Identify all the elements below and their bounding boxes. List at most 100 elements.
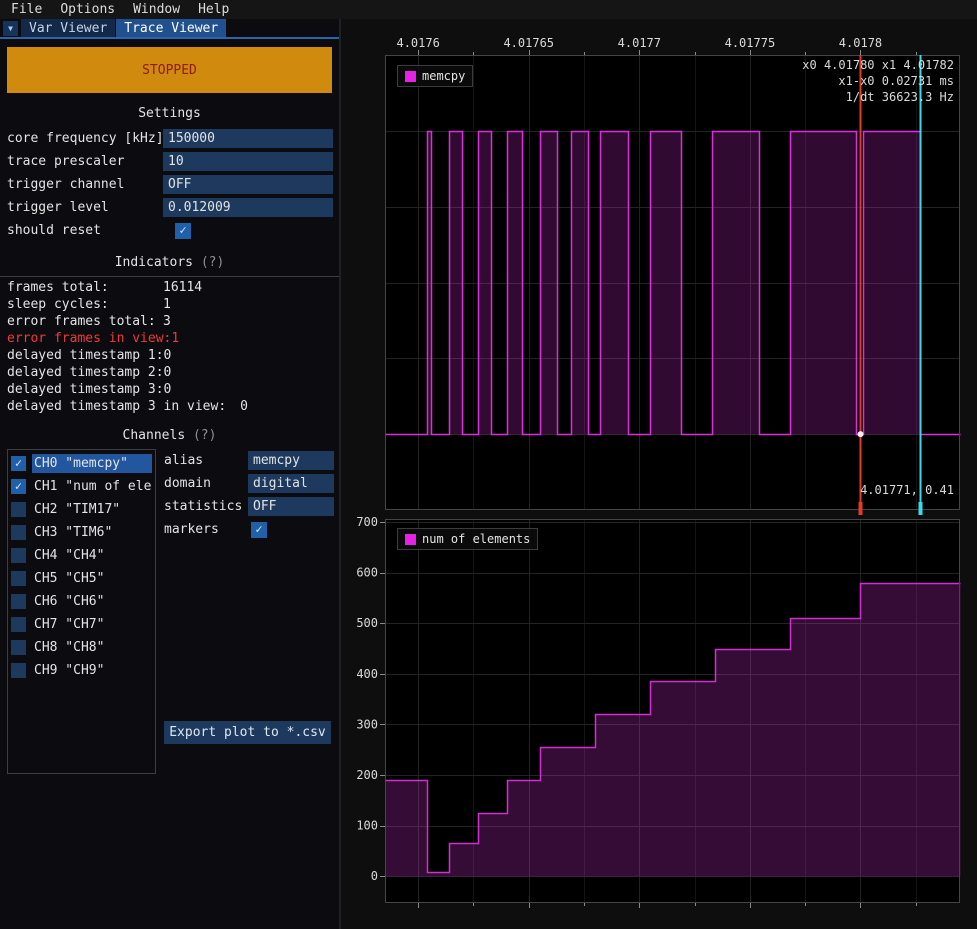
menu-options[interactable]: Options bbox=[51, 2, 124, 17]
channel-label[interactable]: CH9 "CH9" bbox=[32, 661, 152, 680]
collapse-icon[interactable]: ▼ bbox=[3, 21, 18, 36]
x-axis-tick-label: 4.01765 bbox=[503, 36, 554, 50]
channel-row-ch0[interactable]: ✓ CH0 "memcpy" bbox=[11, 452, 152, 475]
setting-label: trigger level bbox=[7, 200, 163, 215]
channel-checkbox[interactable] bbox=[11, 548, 26, 563]
indicator-row: error frames total: 3 bbox=[0, 313, 339, 330]
channel-checkbox[interactable] bbox=[11, 502, 26, 517]
channel-checkbox[interactable] bbox=[11, 571, 26, 586]
separator bbox=[0, 276, 339, 277]
channel-row-ch7[interactable]: CH7 "CH7" bbox=[11, 613, 152, 636]
indicator-value: 3 bbox=[163, 314, 171, 329]
cursor-position-readout: 4.01771, 0.41 bbox=[860, 483, 954, 497]
channel-row-ch4[interactable]: CH4 "CH4" bbox=[11, 544, 152, 567]
markers-checkbox[interactable]: ✓ bbox=[251, 522, 267, 538]
x-axis-tick-label: 4.01775 bbox=[725, 36, 776, 50]
channel-label[interactable]: CH7 "CH7" bbox=[32, 615, 152, 634]
channel-row-ch3[interactable]: CH3 "TIM6" bbox=[11, 521, 152, 544]
indicator-value: 1 bbox=[171, 331, 179, 346]
channels-header: Channels (?) bbox=[0, 428, 339, 444]
channel-label[interactable]: CH8 "CH8" bbox=[32, 638, 152, 657]
channel-label[interactable]: CH5 "CH5" bbox=[32, 569, 152, 588]
indicator-value: 1 bbox=[163, 297, 171, 312]
marker-point[interactable] bbox=[858, 431, 864, 437]
trace-prescaler-input[interactable] bbox=[163, 152, 333, 171]
trigger-level-input[interactable] bbox=[163, 198, 333, 217]
indicator-row: frames total: 16114 bbox=[0, 279, 339, 296]
indicators-header: Indicators (?) bbox=[0, 255, 339, 271]
channel-row-ch6[interactable]: CH6 "CH6" bbox=[11, 590, 152, 613]
x-axis-tick-label: 4.0177 bbox=[618, 36, 661, 50]
indicator-row-error: error frames in view: 1 bbox=[0, 330, 339, 347]
channel-checkbox[interactable] bbox=[11, 663, 26, 678]
menu-help[interactable]: Help bbox=[189, 2, 238, 17]
channel-checkbox[interactable] bbox=[11, 640, 26, 655]
y-axis-tick-label: 400 bbox=[356, 667, 378, 681]
channel-label[interactable]: CH3 "TIM6" bbox=[32, 523, 152, 542]
channel-row-ch5[interactable]: CH5 "CH5" bbox=[11, 567, 152, 590]
marker-frequency-readout: 1/dt 36623.3 Hz bbox=[846, 90, 954, 104]
channel-settings-form: alias domain statistics markers ✓ Export… bbox=[164, 449, 334, 774]
main-content: ▼ Var Viewer Trace Viewer STOPPED Settin… bbox=[0, 19, 977, 929]
channel-label[interactable]: CH0 "memcpy" bbox=[32, 454, 152, 473]
indicators-table: frames total: 16114 sleep cycles: 1 erro… bbox=[0, 279, 339, 415]
channel-row-ch1[interactable]: ✓ CH1 "num of elem bbox=[11, 475, 152, 498]
setting-label: core frequency [kHz] bbox=[7, 131, 163, 146]
statistics-row: statistics bbox=[164, 495, 334, 518]
plot-window: 4.01764.017654.01774.017754.0178x0 4.017… bbox=[341, 19, 977, 929]
tab-trace-viewer[interactable]: Trace Viewer bbox=[116, 19, 226, 37]
menu-file[interactable]: File bbox=[2, 2, 51, 17]
channel-checkbox[interactable] bbox=[11, 617, 26, 632]
marker-x0-handle[interactable] bbox=[859, 502, 863, 515]
should-reset-checkbox[interactable]: ✓ bbox=[175, 223, 191, 239]
num-of-elements-legend[interactable]: num of elements bbox=[397, 528, 538, 550]
y-axis-tick-label: 600 bbox=[356, 566, 378, 580]
stopped-button[interactable]: STOPPED bbox=[7, 47, 332, 93]
series-color-swatch[interactable] bbox=[405, 534, 416, 545]
menu-window[interactable]: Window bbox=[124, 2, 189, 17]
indicator-row: delayed timestamp 3: 0 bbox=[0, 381, 339, 398]
num-of-elements-plot[interactable]: 0100200300400500600700 bbox=[341, 515, 975, 929]
alias-input[interactable] bbox=[248, 451, 334, 470]
channel-list[interactable]: ✓ CH0 "memcpy" ✓ CH1 "num of elem CH2 "T… bbox=[7, 449, 156, 774]
statistics-input[interactable] bbox=[248, 497, 334, 516]
channel-label[interactable]: CH6 "CH6" bbox=[32, 592, 152, 611]
memcpy-legend[interactable]: memcpy bbox=[397, 65, 473, 87]
tab-bar: ▼ Var Viewer Trace Viewer bbox=[0, 19, 339, 39]
x-axis-tick-label: 4.0176 bbox=[396, 36, 439, 50]
channel-row-ch8[interactable]: CH8 "CH8" bbox=[11, 636, 152, 659]
series-color-swatch[interactable] bbox=[405, 71, 416, 82]
channel-label[interactable]: CH4 "CH4" bbox=[32, 546, 152, 565]
channel-label[interactable]: CH1 "num of elem bbox=[32, 477, 152, 496]
channel-label[interactable]: CH2 "TIM17" bbox=[32, 500, 152, 519]
help-icon: (?) bbox=[201, 255, 224, 270]
export-csv-button[interactable]: Export plot to *.csv bbox=[164, 721, 331, 744]
channel-checkbox[interactable] bbox=[11, 525, 26, 540]
channel-row-ch2[interactable]: CH2 "TIM17" bbox=[11, 498, 152, 521]
marker-positions-readout: x0 4.01780 x1 4.01782 bbox=[802, 58, 954, 72]
y-axis-tick-label: 0 bbox=[371, 869, 378, 883]
setting-should-reset: should reset ✓ bbox=[0, 219, 339, 242]
setting-trace-prescaler: trace prescaler bbox=[0, 150, 339, 173]
y-axis-tick-label: 200 bbox=[356, 768, 378, 782]
markers-row: markers ✓ bbox=[164, 518, 334, 541]
y-axis-tick-label: 100 bbox=[356, 819, 378, 833]
channel-row-ch9[interactable]: CH9 "CH9" bbox=[11, 659, 152, 682]
domain-input[interactable] bbox=[248, 474, 334, 493]
setting-core-frequency: core frequency [kHz] bbox=[0, 127, 339, 150]
setting-trigger-level: trigger level bbox=[0, 196, 339, 219]
indicator-value: 16114 bbox=[163, 280, 202, 295]
tab-var-viewer[interactable]: Var Viewer bbox=[21, 19, 115, 37]
trigger-channel-input[interactable] bbox=[163, 175, 333, 194]
memcpy-plot[interactable]: 4.01764.017654.01774.017754.0178x0 4.017… bbox=[341, 19, 975, 515]
marker-x1-handle[interactable] bbox=[919, 502, 923, 515]
core-frequency-input[interactable] bbox=[163, 129, 333, 148]
y-axis-tick-label: 500 bbox=[356, 616, 378, 630]
menu-bar: File Options Window Help bbox=[0, 0, 977, 19]
setting-label: trigger channel bbox=[7, 177, 163, 192]
channel-checkbox[interactable]: ✓ bbox=[11, 479, 26, 494]
channel-checkbox[interactable]: ✓ bbox=[11, 456, 26, 471]
marker-delta-readout: x1-x0 0.02731 ms bbox=[838, 74, 954, 88]
indicator-row: sleep cycles: 1 bbox=[0, 296, 339, 313]
channel-checkbox[interactable] bbox=[11, 594, 26, 609]
